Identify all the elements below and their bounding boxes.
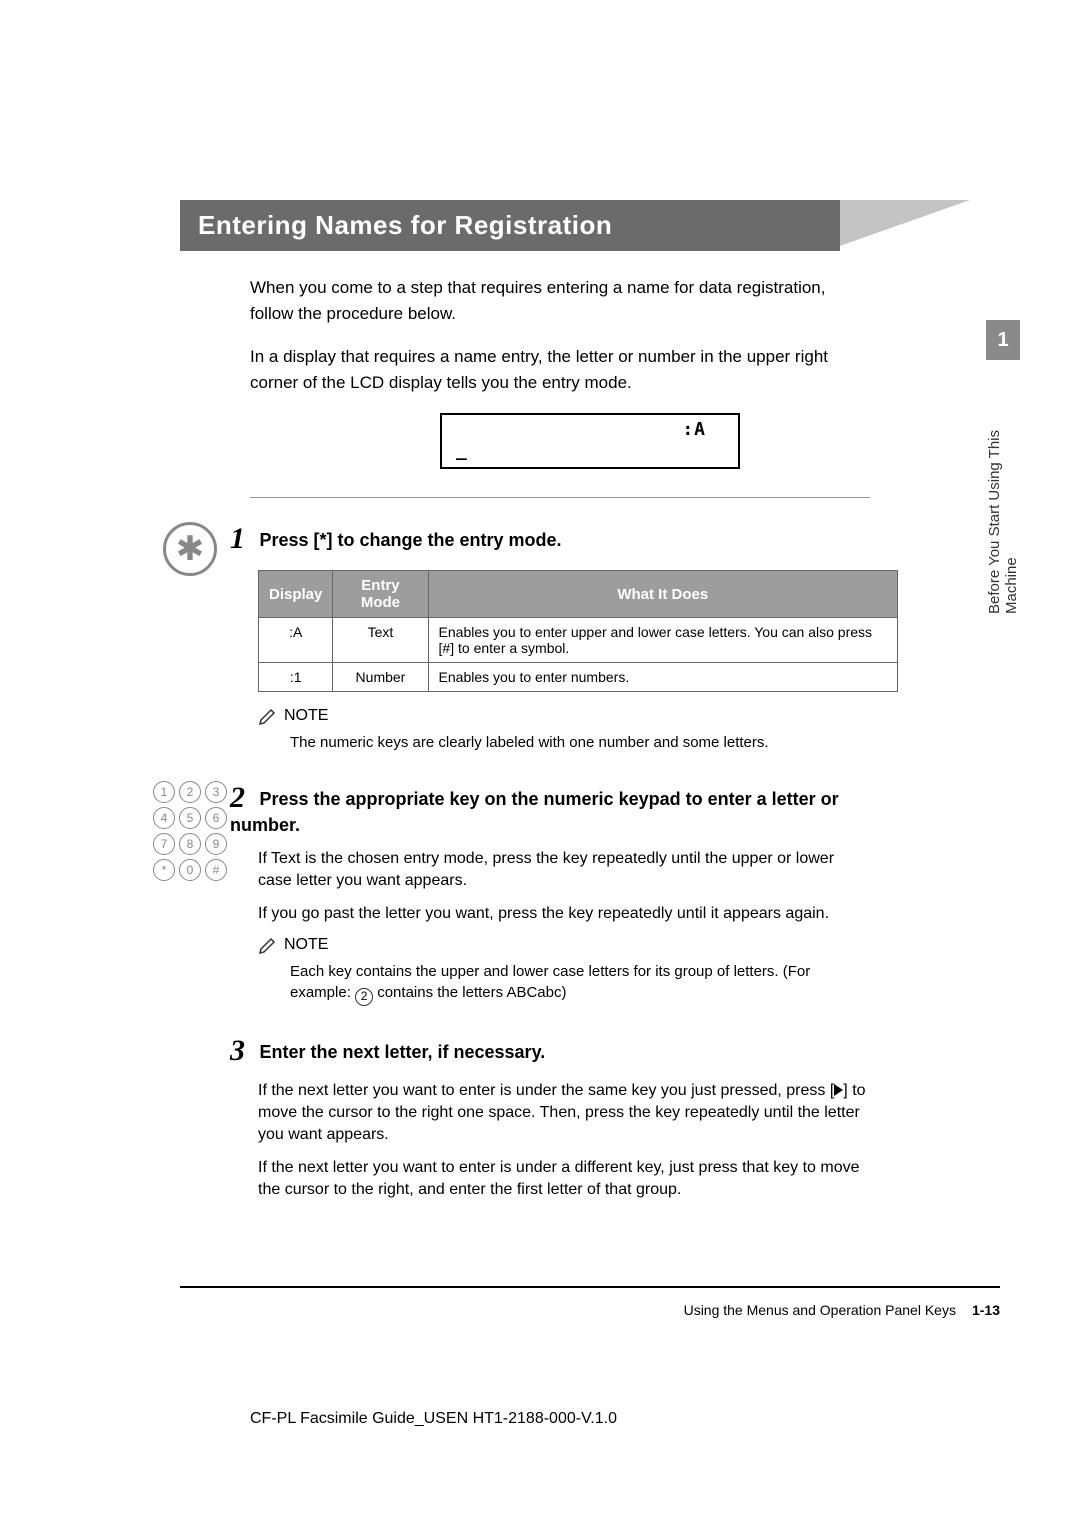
entry-mode-table: Display Entry Mode What It Does :A Text … (258, 570, 898, 692)
cell: Text (333, 618, 428, 663)
table-header-mode: Entry Mode (333, 571, 428, 618)
right-arrow-icon (834, 1084, 843, 1096)
pencil-icon (258, 935, 278, 955)
page-number: 1-13 (972, 1302, 1000, 1318)
keypad-icon: 123 456 789 *0# (153, 781, 227, 881)
note-text: Each key contains the upper and lower ca… (290, 961, 850, 1005)
step-2: 123 456 789 *0# 2 Press the appropriate … (150, 781, 1000, 1006)
chapter-number: 1 (986, 320, 1020, 360)
cell: Enables you to enter numbers. (428, 663, 897, 692)
step-title: Enter the next letter, if necessary. (259, 1042, 545, 1062)
step-number: 1 (230, 522, 245, 555)
step-paragraph: If the next letter you want to enter is … (258, 1157, 870, 1202)
table-header-display: Display (259, 571, 333, 618)
lcd-display: :A _ (440, 413, 740, 469)
step-title: Press [*] to change the entry mode. (259, 530, 561, 550)
step-paragraph: If Text is the chosen entry mode, press … (258, 848, 870, 893)
section-header: Entering Names for Registration (180, 200, 840, 251)
lcd-mode-indicator: :A (682, 419, 706, 440)
chapter-label: Before You Start Using This Machine (986, 374, 1020, 614)
step-1: ✱ 1 Press [*] to change the entry mode. … (150, 522, 1000, 753)
footer-text: Using the Menus and Operation Panel Keys (684, 1302, 956, 1318)
note-label: NOTE (258, 935, 870, 955)
step-number: 3 (230, 1034, 245, 1067)
star-key-icon: ✱ (163, 522, 217, 576)
page-footer: Using the Menus and Operation Panel Keys… (180, 1286, 1000, 1318)
divider (250, 497, 870, 498)
cell: Number (333, 663, 428, 692)
table-row: :1 Number Enables you to enter numbers. (259, 663, 898, 692)
document-id: CF-PL Facsimile Guide_USEN HT1-2188-000-… (250, 1410, 617, 1428)
step-paragraph: If the next letter you want to enter is … (258, 1080, 870, 1147)
step-title: Press the appropriate key on the numeric… (230, 789, 839, 835)
note-text: The numeric keys are clearly labeled wit… (290, 732, 850, 753)
cell: :1 (259, 663, 333, 692)
table-row: :A Text Enables you to enter upper and l… (259, 618, 898, 663)
intro-paragraph-1: When you come to a step that requires en… (250, 275, 870, 326)
cell: :A (259, 618, 333, 663)
cell: Enables you to enter upper and lower cas… (428, 618, 897, 663)
note-label: NOTE (258, 706, 870, 726)
lcd-cursor: _ (456, 440, 467, 461)
intro-paragraph-2: In a display that requires a name entry,… (250, 344, 870, 395)
chapter-tab: 1 Before You Start Using This Machine (986, 320, 1020, 614)
step-3: 3 Enter the next letter, if necessary. I… (150, 1034, 1000, 1212)
pencil-icon (258, 706, 278, 726)
table-header-desc: What It Does (428, 571, 897, 618)
key-2-icon: 2 (355, 988, 373, 1006)
step-paragraph: If you go past the letter you want, pres… (258, 903, 870, 925)
step-number: 2 (230, 781, 245, 814)
